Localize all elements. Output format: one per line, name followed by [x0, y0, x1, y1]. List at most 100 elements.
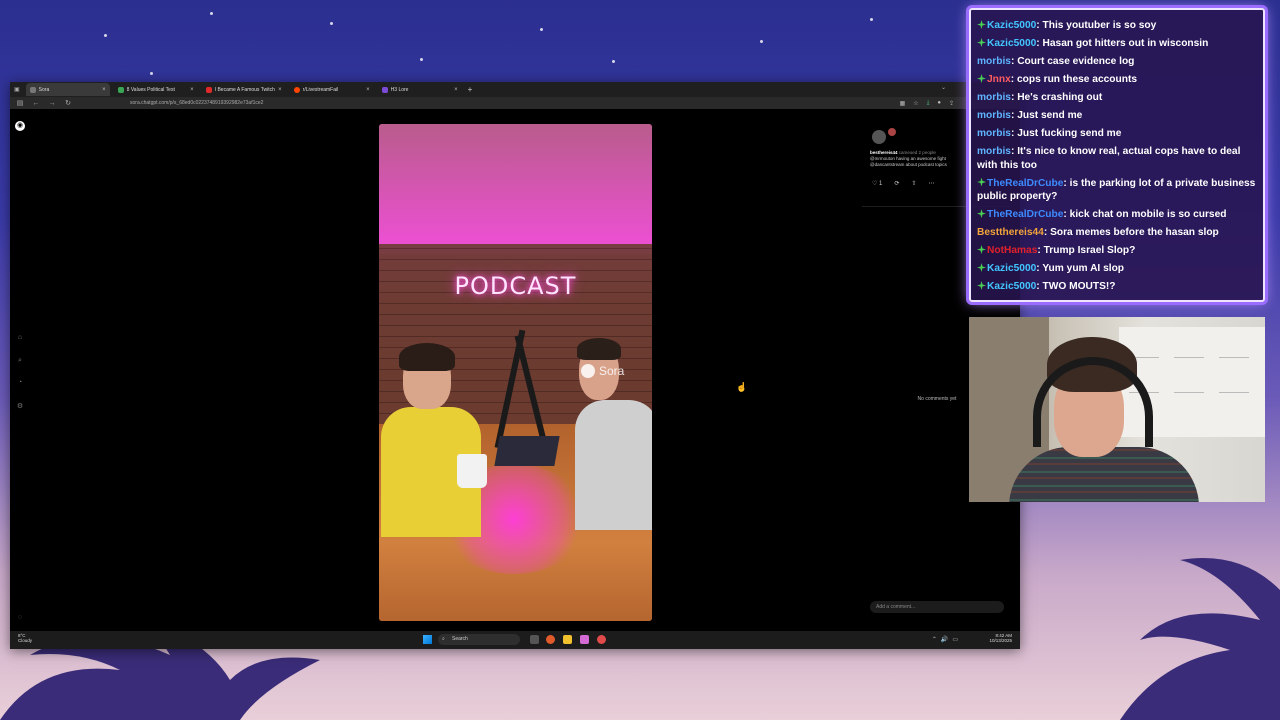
- chat-username[interactable]: morbis: [977, 56, 1011, 67]
- profile-icon[interactable]: ●: [937, 100, 941, 107]
- chat-username[interactable]: TheRealDrCube: [987, 178, 1063, 189]
- task-view-icon[interactable]: [530, 635, 539, 644]
- download-icon[interactable]: ⤓: [927, 100, 930, 107]
- settings-icon[interactable]: ⚙: [15, 402, 25, 412]
- close-icon[interactable]: ×: [366, 87, 370, 93]
- address-bar: ▤ ← → ↻ sora.chatgpt.com/p/s_68ed0c02237…: [10, 97, 1020, 109]
- extensions-icon[interactable]: ▦: [900, 100, 906, 107]
- back-icon[interactable]: ←: [32, 100, 40, 107]
- remix-icon[interactable]: ⟳: [894, 180, 899, 187]
- chat-username[interactable]: morbis: [977, 110, 1011, 121]
- chat-message: morbis: Just fucking send me: [977, 127, 1257, 141]
- forward-icon[interactable]: →: [48, 100, 56, 107]
- tab-reddit[interactable]: r/LivestreamFail ×: [290, 83, 374, 96]
- tab-label: I Became A Famous Twitch Str...: [214, 86, 275, 93]
- add-comment-input[interactable]: Add a comment...: [870, 601, 1004, 613]
- chat-username[interactable]: Kazic5000: [987, 38, 1036, 49]
- reload-icon[interactable]: ↻: [64, 99, 72, 107]
- chat-message: morbis: Just send me: [977, 109, 1257, 123]
- obs-icon[interactable]: [597, 635, 606, 644]
- chat-text: Trump Israel Slop?: [1043, 245, 1136, 257]
- avatar[interactable]: [888, 128, 896, 136]
- video-player[interactable]: PODCAST Sora: [379, 124, 652, 621]
- chat-username[interactable]: Kazic5000: [987, 281, 1036, 292]
- chat-message: Kazic5000: Hasan got hitters out in wisc…: [977, 37, 1257, 51]
- close-icon[interactable]: ×: [454, 87, 458, 93]
- system-tray-icons[interactable]: ⌃🔊▭: [932, 636, 962, 643]
- chat-text: Sora memes before the hasan slop: [1050, 227, 1219, 239]
- like-button[interactable]: ♡ 1: [872, 180, 882, 187]
- close-icon[interactable]: ×: [102, 87, 106, 93]
- sora-logo-icon[interactable]: ◉: [15, 121, 25, 131]
- chat-message: Kazic5000: This youtuber is so soy: [977, 19, 1257, 33]
- chat-username[interactable]: Jnnx: [987, 74, 1011, 85]
- tab-bar: ▣ Sora × 8 Values Political Test × I Bec…: [10, 82, 1020, 97]
- share-icon[interactable]: ⇪: [949, 100, 954, 107]
- subscriber-badge-icon: [977, 245, 986, 255]
- like-count: 1: [879, 181, 883, 187]
- close-icon[interactable]: ×: [190, 87, 194, 93]
- chat-text: Hasan got hitters out in wisconsin: [1042, 38, 1209, 50]
- tab-sora[interactable]: Sora ×: [25, 83, 110, 96]
- chat-username[interactable]: Kazic5000: [987, 263, 1036, 274]
- chat-message: morbis: It's nice to know real, actual c…: [977, 145, 1257, 172]
- notifications-icon[interactable]: ◔: [15, 379, 25, 389]
- chat-username[interactable]: morbis: [977, 146, 1011, 157]
- chat-username[interactable]: Kazic5000: [987, 20, 1036, 31]
- chat-username[interactable]: NotHamas: [987, 245, 1037, 256]
- date: 10/13/2025: [989, 638, 1012, 643]
- file-explorer-icon[interactable]: [563, 635, 572, 644]
- weather-widget[interactable]: 8°C Cloudy: [18, 633, 32, 643]
- new-tab-icon[interactable]: +: [468, 85, 473, 94]
- subscriber-badge-icon: [977, 209, 986, 219]
- share-icon[interactable]: ⇧: [911, 180, 916, 187]
- watermark-text: Sora: [599, 364, 625, 378]
- search-icon[interactable]: ⌕: [15, 357, 25, 367]
- taskbar-search[interactable]: ⌕ Search: [438, 634, 520, 645]
- bookmark-star-icon[interactable]: ☆: [913, 100, 918, 107]
- tab-actions-icon[interactable]: ▣: [14, 86, 20, 93]
- chat-username[interactable]: Bestthereis44: [977, 227, 1044, 238]
- chat-username[interactable]: TheRealDrCube: [987, 209, 1063, 220]
- tab-8values[interactable]: 8 Values Political Test ×: [114, 83, 198, 96]
- weather-desc: Cloudy: [18, 638, 33, 643]
- webcam-feed: [969, 317, 1265, 502]
- sidebar-toggle-icon[interactable]: ▤: [16, 99, 24, 107]
- avatar[interactable]: [872, 130, 886, 144]
- subscriber-badge-icon: [977, 281, 986, 291]
- sora-watermark: Sora: [581, 364, 624, 378]
- tab-h3-lore[interactable]: H3 Lore ×: [378, 83, 462, 96]
- close-icon[interactable]: ×: [278, 87, 282, 93]
- subscriber-badge-icon: [977, 263, 986, 273]
- firefox-icon[interactable]: [546, 635, 555, 644]
- chat-text: Just fucking send me: [1017, 127, 1122, 139]
- chevron-down-icon[interactable]: ⌄: [941, 84, 946, 91]
- ceiling-light: [379, 124, 652, 254]
- more-options-icon[interactable]: ⋯: [928, 180, 934, 187]
- tab-label: H3 Lore: [390, 86, 409, 93]
- app-icon[interactable]: [580, 635, 589, 644]
- home-icon[interactable]: ⌂: [15, 334, 25, 344]
- windows-start-icon[interactable]: [423, 635, 432, 644]
- post-author[interactable]: besthereis44: [870, 150, 898, 155]
- sora-watermark-icon: [581, 364, 595, 378]
- clock[interactable]: 8:42 AM 10/13/2025: [989, 633, 1012, 643]
- settings-small-icon[interactable]: ◌: [15, 614, 25, 624]
- chat-message: Kazic5000: TWO MOUTS!?: [977, 280, 1257, 294]
- chat-message: TheRealDrCube: is the parking lot of a p…: [977, 177, 1257, 204]
- url-field[interactable]: sora.chatgpt.com/p/s_68ed0c0223748919392…: [130, 100, 263, 106]
- chat-text: Court case evidence log: [1017, 56, 1135, 67]
- desc-line2: @dancantstream about podcast topics: [870, 162, 947, 167]
- palm-silhouette-right: [1120, 480, 1280, 720]
- desc-line1: @mrmouton having an awesome fight: [870, 156, 946, 161]
- neon-sign: PODCAST: [454, 272, 577, 300]
- tab-youtube[interactable]: I Became A Famous Twitch Str... ×: [202, 83, 286, 96]
- chat-message: morbis: Court case evidence log: [977, 55, 1257, 69]
- stream-chat-overlay: Kazic5000: This youtuber is so soy Kazic5…: [969, 8, 1265, 302]
- sora-sidebar: ◉ ⌂ ⌕ ◔ ⚙ ◌: [10, 109, 32, 637]
- chat-text: cops run these accounts: [1017, 73, 1138, 85]
- chat-username[interactable]: morbis: [977, 128, 1011, 139]
- subscriber-badge-icon: [977, 20, 986, 30]
- podcast-host-left: [381, 343, 491, 549]
- chat-username[interactable]: morbis: [977, 92, 1011, 103]
